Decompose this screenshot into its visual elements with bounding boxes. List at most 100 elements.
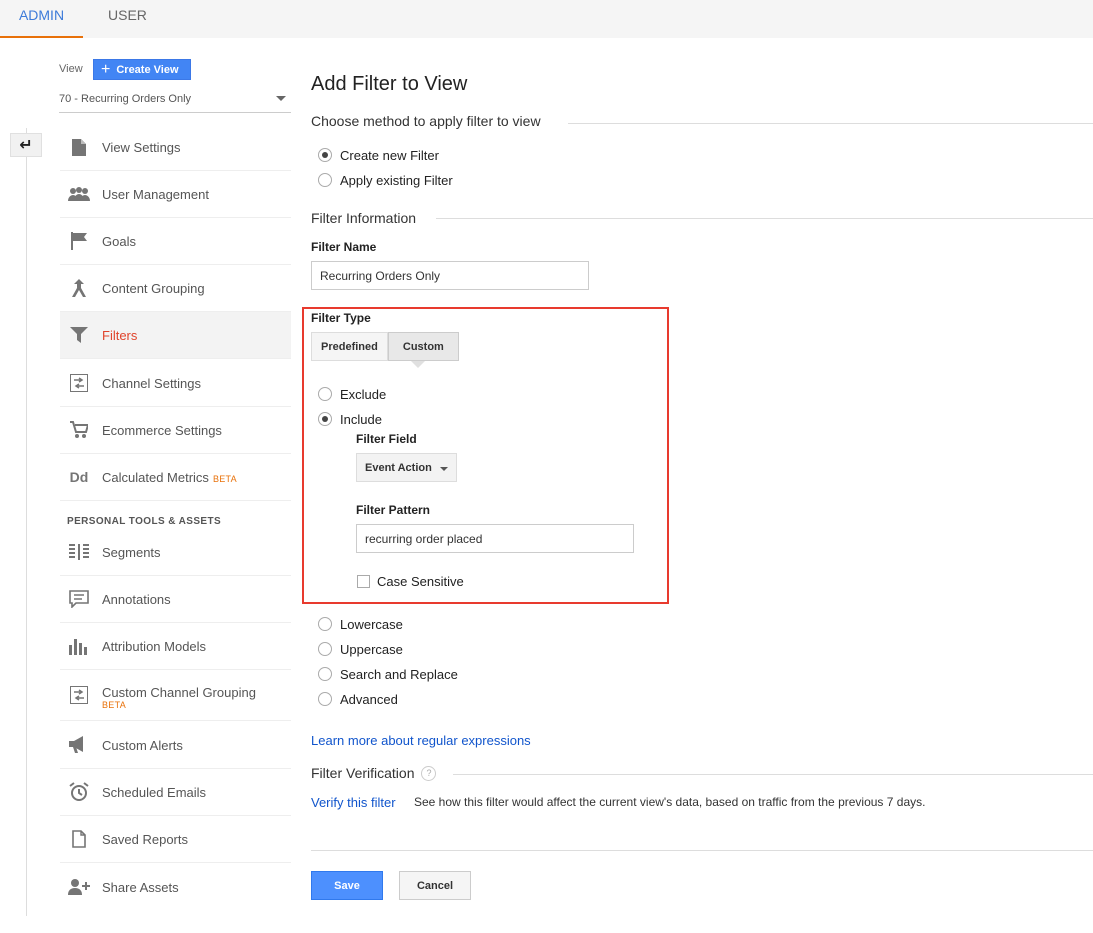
filter-name-label: Filter Name [311, 240, 377, 254]
radio-apply-existing-filter[interactable]: Apply existing Filter [318, 171, 453, 189]
verify-filter-link[interactable]: Verify this filter [311, 795, 396, 810]
nav-label: Custom Channel Grouping [102, 685, 256, 700]
dropdown-value: Event Action [365, 461, 432, 474]
radio-button[interactable] [318, 667, 332, 681]
radio-lowercase[interactable]: Lowercase [318, 615, 403, 633]
dd-icon: Dd [69, 469, 89, 485]
page-icon [68, 136, 90, 158]
filter-type-toggle: Predefined Custom [311, 332, 459, 361]
nav-label: View Settings [102, 139, 181, 155]
filter-field-dropdown[interactable]: Event Action [356, 453, 457, 482]
nav-item-custom-channel-grouping[interactable]: Custom Channel Grouping BETA [60, 670, 291, 721]
personal-tools-heading: PERSONAL TOOLS & ASSETS [67, 516, 222, 527]
nav-label: Custom Alerts [102, 737, 183, 753]
checkbox-label: Case Sensitive [377, 574, 464, 589]
regex-help-link[interactable]: Learn more about regular expressions [311, 733, 531, 748]
radio-label: Apply existing Filter [340, 172, 453, 188]
radio-include[interactable]: Include [318, 410, 382, 428]
add-person-icon [68, 876, 90, 898]
nav-item-user-management[interactable]: User Management [60, 171, 291, 218]
nav-item-view-settings[interactable]: View Settings [60, 124, 291, 171]
tab-predefined[interactable]: Predefined [311, 332, 388, 361]
cancel-button[interactable]: Cancel [399, 871, 471, 900]
comment-icon [68, 588, 90, 610]
method-heading: Choose method to apply filter to view [311, 113, 541, 129]
help-icon[interactable]: ? [421, 765, 437, 781]
radio-label: Advanced [340, 691, 398, 707]
nav-item-channel-settings[interactable]: Channel Settings [60, 360, 291, 407]
nav-item-custom-alerts[interactable]: Custom Alerts [60, 722, 291, 769]
radio-label: Uppercase [340, 641, 403, 657]
view-selector-value: 70 - Recurring Orders Only [59, 93, 192, 105]
megaphone-icon [68, 734, 90, 756]
beta-badge: BETA [102, 700, 127, 710]
filter-name-input[interactable] [311, 261, 589, 290]
channel-icon [68, 372, 90, 394]
nav-item-goals[interactable]: Goals [60, 218, 291, 265]
nav-label: Goals [102, 233, 136, 249]
nav-label-text: Calculated Metrics [102, 469, 209, 485]
channel-icon [68, 684, 90, 706]
create-view-label: Create View [116, 63, 179, 76]
rail-divider [26, 128, 27, 916]
nav-item-saved-reports[interactable]: Saved Reports [60, 816, 291, 863]
filter-pattern-input[interactable] [356, 524, 634, 553]
nav-label: Saved Reports [102, 831, 188, 847]
collapse-back-button[interactable]: ↵ [10, 133, 42, 157]
nav-label: Annotations [102, 591, 171, 607]
nav-item-calculated-metrics[interactable]: Dd Calculated Metrics BETA [60, 454, 291, 501]
radio-advanced[interactable]: Advanced [318, 690, 398, 708]
divider [311, 850, 1093, 851]
filter-info-heading: Filter Information [311, 210, 417, 226]
nav-item-ecommerce-settings[interactable]: Ecommerce Settings [60, 407, 291, 454]
radio-uppercase[interactable]: Uppercase [318, 640, 403, 658]
bar-chart-icon [68, 635, 90, 657]
case-sensitive-option[interactable]: Case Sensitive [357, 574, 464, 589]
flag-icon [68, 230, 90, 252]
radio-button[interactable] [318, 617, 332, 631]
people-icon [68, 183, 90, 205]
radio-button[interactable] [318, 173, 332, 187]
save-button[interactable]: Save [311, 871, 383, 900]
radio-create-new-filter[interactable]: Create new Filter [318, 146, 439, 164]
nav-item-annotations[interactable]: Annotations [60, 576, 291, 623]
nav-item-scheduled-emails[interactable]: Scheduled Emails [60, 769, 291, 816]
create-view-button[interactable]: + Create View [93, 59, 191, 80]
radio-button-checked[interactable] [318, 148, 332, 162]
beta-badge: BETA [212, 473, 237, 484]
nav-label: Content Grouping [102, 280, 205, 296]
radio-exclude[interactable]: Exclude [318, 385, 386, 403]
radio-button[interactable] [318, 387, 332, 401]
funnel-icon [68, 324, 90, 346]
case-sensitive-checkbox[interactable] [357, 575, 370, 588]
grouping-icon [68, 277, 90, 299]
chevron-down-icon [440, 467, 448, 471]
nav-item-segments[interactable]: Segments [60, 529, 291, 576]
divider [568, 123, 1093, 124]
filter-pattern-label: Filter Pattern [356, 503, 431, 517]
selected-tab-pointer [411, 361, 425, 368]
nav-label: Segments [102, 544, 161, 560]
radio-label: Include [340, 411, 382, 427]
nav-item-attribution-models[interactable]: Attribution Models [60, 623, 291, 670]
radio-button-checked[interactable] [318, 412, 332, 426]
clock-icon [68, 781, 90, 803]
verification-heading-text: Filter Verification [311, 765, 415, 781]
divider [453, 774, 1093, 775]
tab-admin[interactable]: ADMIN [0, 0, 83, 38]
nav-item-filters[interactable]: Filters [60, 312, 291, 359]
view-selector[interactable]: 70 - Recurring Orders Only [59, 90, 291, 113]
tab-user[interactable]: USER [108, 0, 147, 38]
back-arrow-icon: ↵ [19, 137, 33, 154]
document-icon [68, 828, 90, 850]
nav-item-content-grouping[interactable]: Content Grouping [60, 265, 291, 312]
tab-custom[interactable]: Custom [387, 332, 459, 361]
filter-field-label: Filter Field [356, 432, 417, 446]
radio-search-and-replace[interactable]: Search and Replace [318, 665, 458, 683]
radio-label: Exclude [340, 386, 387, 402]
radio-button[interactable] [318, 692, 332, 706]
radio-label: Search and Replace [340, 666, 458, 682]
nav-label: Attribution Models [102, 638, 207, 654]
nav-item-share-assets[interactable]: Share Assets [60, 864, 291, 911]
radio-button[interactable] [318, 642, 332, 656]
